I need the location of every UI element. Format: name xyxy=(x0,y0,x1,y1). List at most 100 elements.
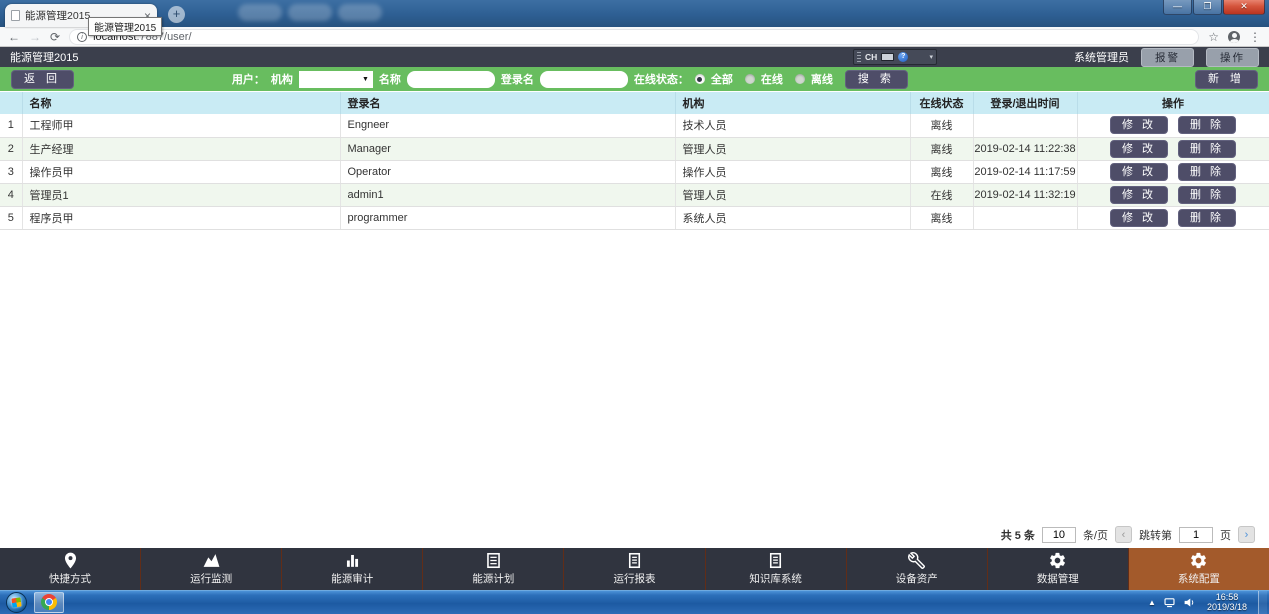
cell-login: programmer xyxy=(340,206,675,229)
cell-org: 管理人员 xyxy=(675,137,910,160)
ime-language-label[interactable]: CH xyxy=(865,52,877,62)
taskbar-clock[interactable]: 16:58 2019/3/18 xyxy=(1203,592,1251,612)
tray-time: 16:58 xyxy=(1207,592,1247,602)
nav-item-system-config[interactable]: 系统配置 xyxy=(1129,548,1269,590)
start-button[interactable] xyxy=(6,592,27,613)
row-number: 5 xyxy=(0,206,22,229)
network-icon[interactable] xyxy=(1163,596,1176,609)
modify-button[interactable]: 修 改 xyxy=(1110,186,1168,204)
chevron-down-icon: ▼ xyxy=(362,76,369,83)
browser-window: 能源管理2015 × + 能源管理2015 — ❐ ✕ ← → ⟳ i loca… xyxy=(0,0,1269,614)
browser-toolbar: ← → ⟳ i localhost:7887/user/ ☆ ⋮ xyxy=(0,27,1269,47)
modify-button[interactable]: 修 改 xyxy=(1110,163,1168,181)
forward-icon[interactable]: → xyxy=(29,30,41,44)
header-login: 登录名 xyxy=(340,92,675,114)
radio-offline[interactable] xyxy=(795,74,805,84)
nav-item-knowledge-base[interactable]: 知识库系统 xyxy=(706,548,847,590)
header-status: 在线状态 xyxy=(910,92,973,114)
status-label: 在线状态： xyxy=(634,71,689,87)
nav-item-data-management[interactable]: 数据管理 xyxy=(988,548,1129,590)
address-bar[interactable]: i localhost:7887/user/ xyxy=(69,29,1199,45)
radio-offline-label[interactable]: 离线 xyxy=(811,71,833,87)
nav-item-equipment-assets[interactable]: 设备资产 xyxy=(847,548,988,590)
radio-online-label[interactable]: 在线 xyxy=(761,71,783,87)
radio-online[interactable] xyxy=(745,74,755,84)
ime-options-icon[interactable]: ▾ xyxy=(929,53,933,61)
browser-menu-icon[interactable]: ⋮ xyxy=(1249,30,1261,44)
gear-icon xyxy=(1048,551,1067,570)
alarm-button[interactable]: 报警 xyxy=(1141,48,1194,67)
modify-button[interactable]: 修 改 xyxy=(1110,140,1168,158)
bookmark-star-icon[interactable]: ☆ xyxy=(1208,30,1219,44)
org-label: 机构 xyxy=(271,71,293,87)
nav-label: 系统配置 xyxy=(1178,571,1220,586)
ime-help-icon[interactable]: ? xyxy=(898,52,908,62)
delete-button[interactable]: 删 除 xyxy=(1178,186,1236,204)
table-row: 1 工程师甲 Engneer 技术人员 离线 修 改删 除 xyxy=(0,114,1269,137)
search-button[interactable]: 搜 索 xyxy=(845,70,908,89)
taskbar-chrome-button[interactable] xyxy=(34,592,64,613)
system-tray: ▲ 16:58 2019/3/18 xyxy=(1148,591,1269,614)
nav-item-run-report[interactable]: 运行报表 xyxy=(564,548,705,590)
document-grid-icon xyxy=(484,551,503,570)
cell-time: 2019-02-14 11:32:19 xyxy=(973,183,1077,206)
back-icon[interactable]: ← xyxy=(8,30,20,44)
ime-drag-handle-icon[interactable] xyxy=(857,52,861,62)
next-page-button[interactable]: › xyxy=(1238,526,1255,543)
tray-expand-icon[interactable]: ▲ xyxy=(1148,598,1156,607)
delete-button[interactable]: 删 除 xyxy=(1178,209,1236,227)
cell-org: 操作人员 xyxy=(675,160,910,183)
nav-item-energy-audit[interactable]: 能源审计 xyxy=(282,548,423,590)
header-actions: 操作 xyxy=(1077,92,1269,114)
page-size-input[interactable] xyxy=(1042,527,1076,543)
new-tab-button[interactable]: + xyxy=(168,6,185,23)
keyboard-icon[interactable] xyxy=(881,53,894,61)
content-empty-area xyxy=(0,230,1269,524)
table-header-row: 名称 登录名 机构 在线状态 登录/退出时间 操作 xyxy=(0,92,1269,114)
header-time: 登录/退出时间 xyxy=(973,92,1077,114)
radio-all-label[interactable]: 全部 xyxy=(711,71,733,87)
reload-icon[interactable]: ⟳ xyxy=(50,30,60,44)
cell-org: 管理人员 xyxy=(675,183,910,206)
cell-name: 工程师甲 xyxy=(22,114,340,137)
org-select[interactable]: ▼ xyxy=(299,71,373,88)
modify-button[interactable]: 修 改 xyxy=(1110,116,1168,134)
delete-button[interactable]: 删 除 xyxy=(1178,140,1236,158)
radio-all[interactable] xyxy=(695,74,705,84)
delete-button[interactable]: 删 除 xyxy=(1178,116,1236,134)
window-close-button[interactable]: ✕ xyxy=(1223,0,1265,15)
prev-page-button[interactable]: ‹ xyxy=(1115,526,1132,543)
header-name: 名称 xyxy=(22,92,340,114)
current-user-role: 系统管理员 xyxy=(1074,49,1129,65)
tray-date: 2019/3/18 xyxy=(1207,602,1247,612)
nav-item-energy-plan[interactable]: 能源计划 xyxy=(423,548,564,590)
add-button[interactable]: 新 增 xyxy=(1195,70,1258,89)
nav-item-monitoring[interactable]: 运行监测 xyxy=(141,548,282,590)
nav-item-shortcuts[interactable]: 快捷方式 xyxy=(0,548,141,590)
speaker-icon[interactable] xyxy=(1183,596,1196,609)
back-button[interactable]: 返 回 xyxy=(11,70,74,89)
operate-button[interactable]: 操作 xyxy=(1206,48,1259,67)
nav-label: 设备资产 xyxy=(896,571,938,586)
tab-tooltip: 能源管理2015 xyxy=(88,17,162,36)
jump-label: 跳转第 xyxy=(1139,527,1172,543)
window-minimize-button[interactable]: — xyxy=(1163,0,1192,15)
name-input[interactable] xyxy=(407,71,495,88)
nav-label: 知识库系统 xyxy=(749,571,802,586)
row-number: 1 xyxy=(0,114,22,137)
window-maximize-button[interactable]: ❐ xyxy=(1193,0,1222,15)
row-number: 4 xyxy=(0,183,22,206)
ime-language-bar[interactable]: CH ? ▾ xyxy=(853,49,937,65)
login-input[interactable] xyxy=(540,71,628,88)
delete-button[interactable]: 删 除 xyxy=(1178,163,1236,181)
app-title: 能源管理2015 xyxy=(10,49,78,65)
table-row: 3 操作员甲 Operator 操作人员 离线 2019-02-14 11:17… xyxy=(0,160,1269,183)
user-filter-group: 用户： 机构 ▼ 名称 登录名 在线状态： 全部 在线 离线 搜 索 xyxy=(232,70,908,89)
modify-button[interactable]: 修 改 xyxy=(1110,209,1168,227)
profile-avatar-icon[interactable] xyxy=(1228,31,1240,43)
gear-icon xyxy=(1189,551,1208,570)
page-number-input[interactable] xyxy=(1179,527,1213,543)
site-info-icon[interactable]: i xyxy=(77,32,87,42)
show-desktop-button[interactable] xyxy=(1258,591,1267,614)
page-icon xyxy=(11,10,20,21)
